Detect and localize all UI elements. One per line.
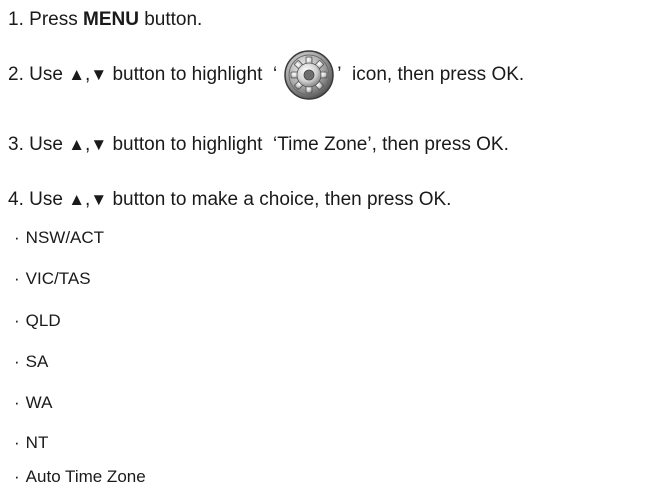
step-1: 1. Press MENU button.: [8, 8, 202, 32]
option-sa: · SA: [14, 351, 48, 373]
step-text: Use: [29, 189, 63, 210]
option-label: Auto Time Zone: [25, 467, 146, 486]
time-zone-label: ‘Time Zone’: [273, 134, 372, 155]
step-text: button.: [144, 9, 203, 30]
step-text: button to highlight: [112, 64, 263, 85]
step-text: Use: [29, 134, 63, 155]
bullet: ·: [14, 393, 20, 412]
up-arrow-icon: ▲: [68, 65, 86, 84]
step-text: icon, then press OK.: [352, 64, 525, 85]
step-number: 3.: [8, 134, 24, 155]
bullet: ·: [14, 269, 20, 288]
step-text: , then press OK.: [371, 134, 509, 155]
step-number: 4.: [8, 189, 24, 210]
menu-button-label: MENU: [83, 9, 139, 30]
step-2: 2. Use ▲, ▼ button to highlight ‘ ’ icon…: [8, 49, 524, 101]
option-label: SA: [25, 352, 49, 371]
down-arrow-icon: ▼: [90, 65, 108, 84]
open-quote: ‘: [273, 64, 278, 85]
option-vic-tas: · VIC/TAS: [14, 268, 91, 290]
step-3: 3. Use ▲, ▼ button to highlight ‘Time Zon…: [8, 133, 509, 157]
step-text: Use: [29, 64, 63, 85]
bullet: ·: [14, 467, 20, 486]
option-label: WA: [25, 393, 53, 412]
instruction-page: 1. Press MENU button. 2. Use ▲, ▼ button …: [0, 0, 662, 491]
settings-gear-icon: [283, 49, 335, 101]
step-text: button to highlight: [112, 134, 263, 155]
up-arrow-icon: ▲: [68, 135, 86, 154]
step-text: Press: [29, 9, 78, 30]
option-label: NT: [25, 433, 49, 452]
down-arrow-icon: ▼: [90, 190, 108, 209]
down-arrow-icon: ▼: [90, 135, 108, 154]
step-number: 2.: [8, 64, 24, 85]
option-label: VIC/TAS: [25, 269, 91, 288]
step-text: button to make a choice, then press OK.: [112, 189, 452, 210]
bullet: ·: [14, 433, 20, 452]
up-arrow-icon: ▲: [68, 190, 86, 209]
option-label: NSW/ACT: [25, 228, 105, 247]
option-qld: · QLD: [14, 310, 61, 332]
bullet: ·: [14, 311, 20, 330]
close-quote: ’: [337, 64, 342, 85]
option-wa: · WA: [14, 392, 52, 414]
bullet: ·: [14, 352, 20, 371]
option-label: QLD: [25, 311, 61, 330]
option-auto-time-zone: · Auto Time Zone: [14, 466, 146, 488]
bullet: ·: [14, 228, 20, 247]
step-number: 1.: [8, 9, 24, 30]
step-4: 4. Use ▲, ▼ button to make a choice, then…: [8, 188, 451, 212]
option-nt: · NT: [14, 432, 48, 454]
option-nsw-act: · NSW/ACT: [14, 227, 104, 249]
